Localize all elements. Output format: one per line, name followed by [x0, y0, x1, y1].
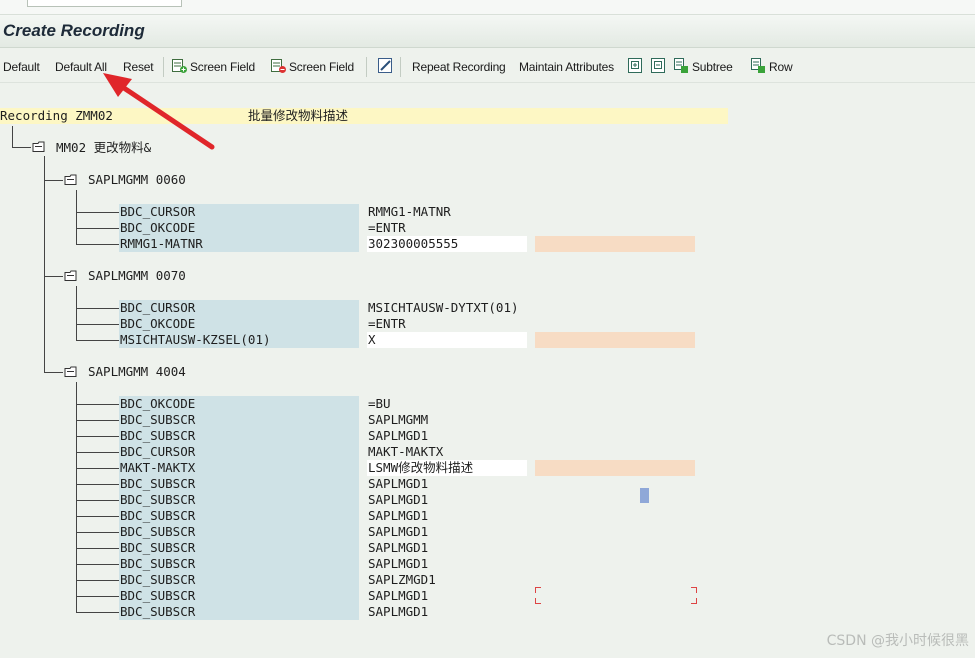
default-button[interactable]: Default — [3, 60, 40, 74]
reset-button[interactable]: Reset — [123, 60, 154, 74]
screen-node[interactable]: SAPLMGMM 4004 — [88, 364, 186, 380]
focus-corner — [535, 598, 541, 604]
command-field[interactable] — [27, 0, 182, 7]
row-icon[interactable] — [750, 57, 767, 74]
field-value[interactable]: LSMW修改物料描述 — [368, 460, 473, 476]
top-strip — [0, 0, 975, 15]
field-value[interactable]: SAPLMGD1 — [368, 524, 428, 540]
toolbar-separator — [400, 57, 401, 77]
field-value[interactable]: RMMG1-MATNR — [368, 204, 451, 220]
folder-icon[interactable] — [32, 141, 48, 153]
recording-label[interactable]: Recording ZMM02 — [0, 108, 113, 124]
focus-corner — [691, 587, 697, 593]
field-value[interactable]: =ENTR — [368, 220, 406, 236]
recording-description: 批量修改物料描述 — [248, 108, 349, 123]
field-value[interactable]: SAPLMGD1 — [368, 508, 428, 524]
field-value[interactable]: =ENTR — [368, 316, 406, 332]
delete-screen-field-icon[interactable] — [270, 57, 287, 74]
field-name: RMMG1-MATNR — [120, 236, 203, 251]
field-name: BDC_SUBSCR — [120, 412, 196, 427]
field-input-highlight[interactable] — [535, 332, 695, 348]
default-all-button[interactable]: Default All — [55, 60, 107, 74]
field-value[interactable]: X — [368, 332, 376, 348]
text-cursor — [640, 488, 649, 503]
insert-screen-field-icon[interactable] — [171, 57, 188, 74]
field-name: BDC_SUBSCR — [120, 572, 196, 587]
field-name: BDC_OKCODE — [120, 220, 196, 235]
field-name: BDC_OKCODE — [120, 316, 196, 331]
field-name: BDC_CURSOR — [120, 204, 196, 219]
folder-icon[interactable] — [64, 366, 80, 378]
page-title: Create Recording — [3, 21, 145, 40]
watermark: CSDN @我小时候很黑 — [826, 633, 969, 649]
focus-corner — [691, 598, 697, 604]
field-name: BDC_SUBSCR — [120, 428, 196, 443]
field-value[interactable]: 302300005555 — [368, 236, 458, 252]
field-value[interactable]: SAPLMGD1 — [368, 492, 428, 508]
field-name: BDC_SUBSCR — [120, 492, 196, 507]
field-name: BDC_SUBSCR — [120, 476, 196, 491]
field-name: BDC_OKCODE — [120, 396, 196, 411]
field-value[interactable]: SAPLMGD1 — [368, 588, 428, 604]
maintain-attributes-button[interactable]: Maintain Attributes — [519, 60, 614, 74]
field-value[interactable]: SAPLMGD1 — [368, 476, 428, 492]
subtree-button[interactable]: Subtree — [692, 60, 733, 74]
field-value[interactable]: SAPLZMGD1 — [368, 572, 436, 588]
field-name: BDC_SUBSCR — [120, 556, 196, 571]
field-value[interactable]: SAPLMGMM — [368, 412, 428, 428]
field-name: BDC_SUBSCR — [120, 540, 196, 555]
field-name: BDC_SUBSCR — [120, 508, 196, 523]
toolbar-separator — [163, 57, 164, 77]
field-value[interactable]: SAPLMGD1 — [368, 556, 428, 572]
toolbar-separator — [366, 57, 367, 77]
field-value[interactable]: SAPLMGD1 — [368, 428, 428, 444]
focus-corner — [535, 587, 541, 593]
collapse-node-icon[interactable] — [650, 57, 667, 74]
title-bar: Create Recording — [0, 15, 975, 48]
delete-screen-field-button[interactable]: Screen Field — [289, 60, 354, 74]
folder-icon[interactable] — [64, 270, 80, 282]
screen-node[interactable]: SAPLMGMM 0070 — [88, 268, 186, 284]
field-value[interactable]: MSICHTAUSW-DYTXT(01) — [368, 300, 519, 316]
screen-node[interactable]: SAPLMGMM 0060 — [88, 172, 186, 188]
expand-node-icon[interactable] — [627, 57, 644, 74]
insert-screen-field-button[interactable]: Screen Field — [190, 60, 255, 74]
field-name: BDC_CURSOR — [120, 444, 196, 459]
field-name: BDC_SUBSCR — [120, 588, 196, 603]
recording-tree: Recording ZMM02 批量修改物料描述 MM02 更改物料& SAPL… — [0, 100, 975, 640]
row-button[interactable]: Row — [769, 60, 793, 74]
repeat-recording-button[interactable]: Repeat Recording — [412, 60, 506, 74]
field-value[interactable]: SAPLMGD1 — [368, 540, 428, 556]
application-toolbar: Default Default All Reset Screen Field S… — [0, 49, 975, 83]
edit-pencil-icon[interactable] — [377, 57, 394, 74]
field-name: MAKT-MAKTX — [120, 460, 196, 475]
transaction-node[interactable]: MM02 更改物料& — [56, 140, 151, 156]
field-name: BDC_SUBSCR — [120, 604, 196, 619]
field-value[interactable]: MAKT-MAKTX — [368, 444, 443, 460]
field-value[interactable]: =BU — [368, 396, 391, 412]
field-name: BDC_CURSOR — [120, 300, 196, 315]
subtree-icon[interactable] — [673, 57, 690, 74]
folder-icon[interactable] — [64, 174, 80, 186]
field-name: MSICHTAUSW-KZSEL(01) — [120, 332, 271, 347]
field-input-highlight[interactable] — [535, 460, 695, 476]
field-value[interactable]: SAPLMGD1 — [368, 604, 428, 620]
field-input-highlight[interactable] — [535, 236, 695, 252]
field-name: BDC_SUBSCR — [120, 524, 196, 539]
